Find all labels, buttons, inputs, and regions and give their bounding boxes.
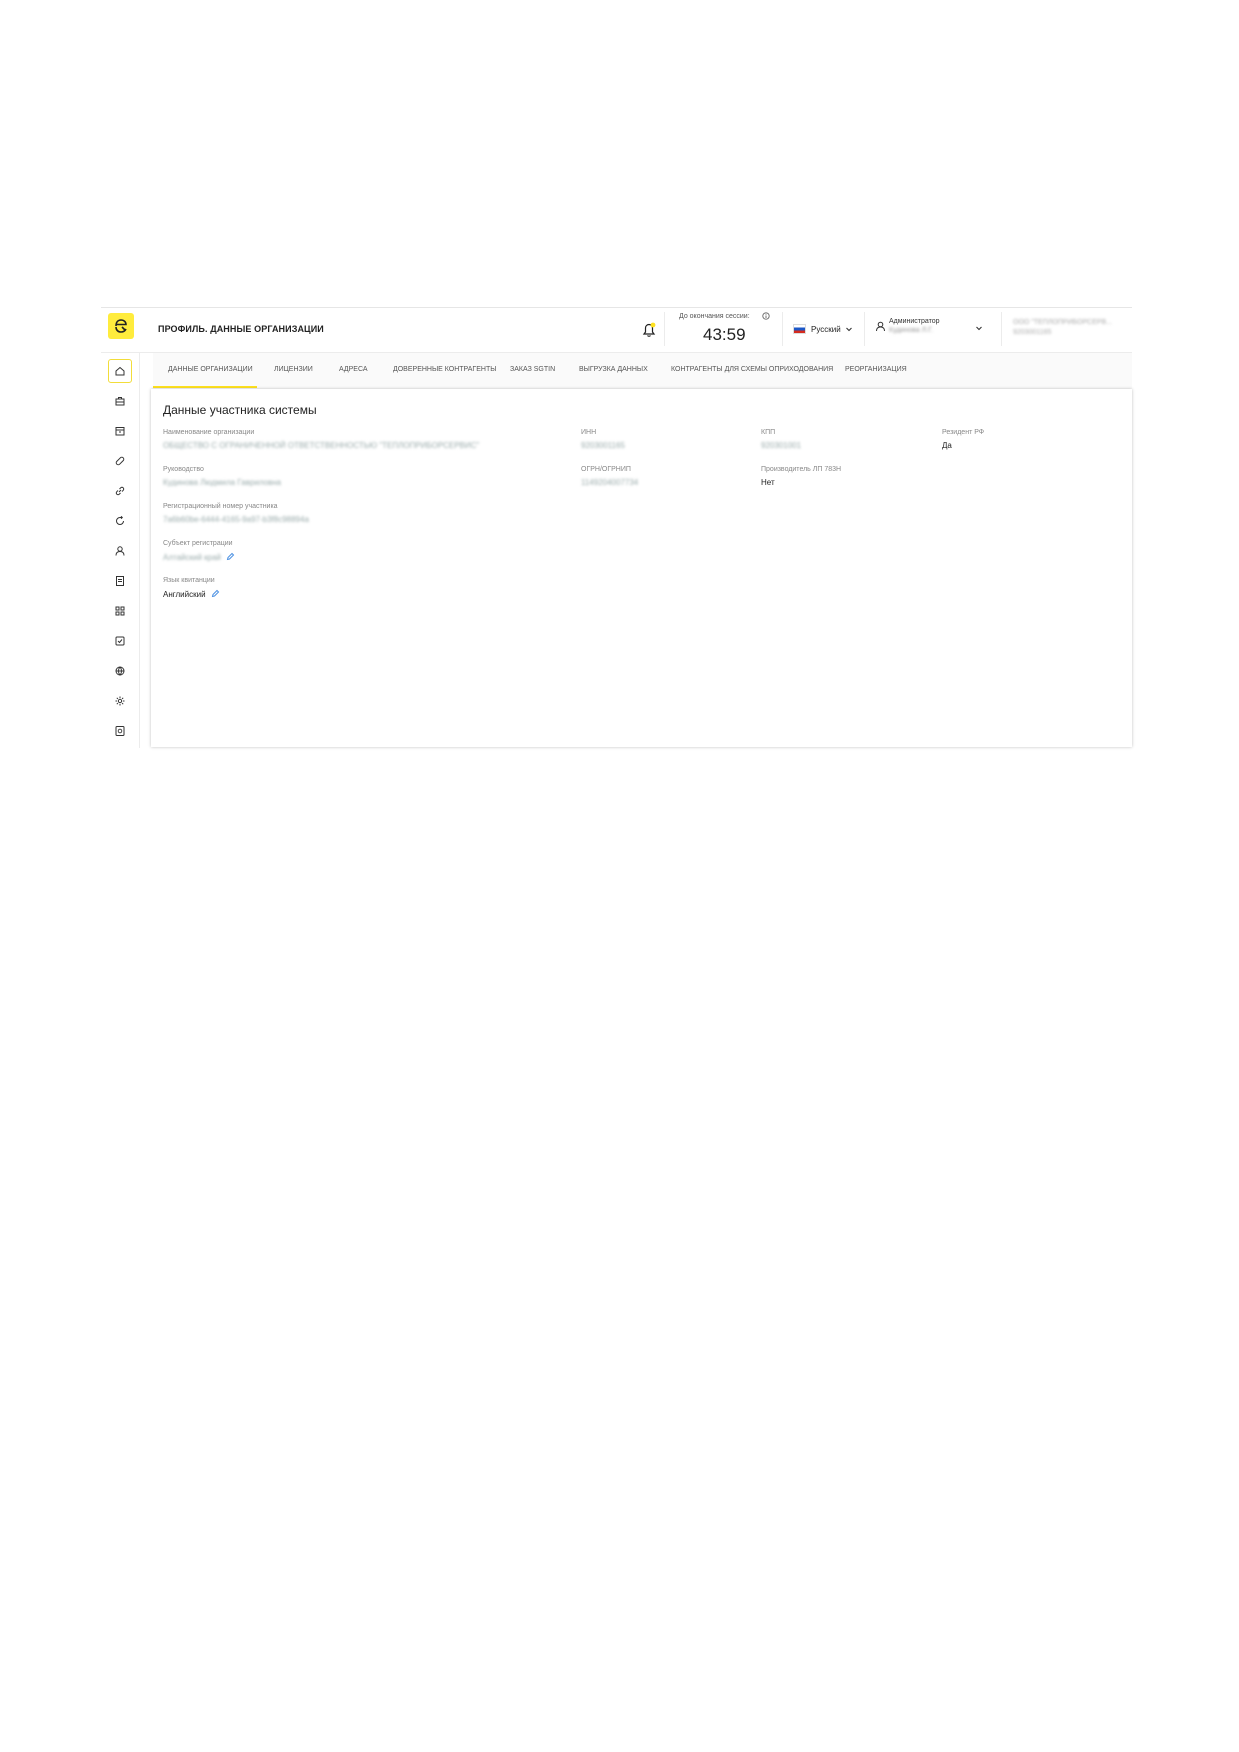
org-name-value: ОБЩЕСТВО С ОГРАНИЧЕННОЙ ОТВЕТСТВЕННОСТЬЮ… — [163, 441, 480, 450]
pills-icon — [115, 456, 125, 466]
kpp-value: 920301001 — [761, 441, 802, 450]
check-icon — [115, 636, 125, 646]
pencil-icon[interactable] — [211, 589, 220, 598]
briefcase-icon — [115, 397, 125, 406]
producer-value: Нет — [761, 478, 775, 487]
tab-addresses[interactable]: АДРЕСА — [339, 366, 368, 373]
user-menu[interactable]: Администратор Кудинова Л.Г. — [875, 316, 985, 342]
app-window: ПРОФИЛЬ. ДАННЫЕ ОРГАНИЗАЦИИ До окончания… — [101, 307, 1132, 748]
user-name: Кудинова Л.Г. — [889, 327, 933, 334]
page-title: ПРОФИЛЬ. ДАННЫЕ ОРГАНИЗАЦИИ — [158, 324, 324, 334]
sidebar-item-user[interactable] — [108, 539, 132, 563]
reg-number-label: Регистрационный номер участника — [163, 503, 278, 510]
section-title: Данные участника системы — [163, 403, 317, 417]
session-label: До окончания сессии: — [679, 313, 750, 320]
sidebar-item-globe[interactable] — [108, 659, 132, 683]
kpp-label: КПП — [761, 429, 776, 436]
language-label: Русский — [811, 324, 841, 334]
tab-receipt-counterparties[interactable]: КОНТРАГЕНТЫ ДЛЯ СХЕМЫ ОПРИХОДОВАНИЯ — [671, 366, 833, 373]
sidebar-item-recycle[interactable] — [108, 509, 132, 533]
home-icon — [115, 366, 125, 376]
qr-icon — [115, 606, 125, 616]
divider — [664, 312, 665, 346]
region-label: Субъект регистрации — [163, 540, 233, 547]
app-logo[interactable] — [108, 313, 134, 339]
region-row: Алтайский край — [163, 552, 235, 562]
sidebar-item-link[interactable] — [108, 479, 132, 503]
resident-value: Да — [942, 441, 952, 450]
tab-sgtin-order[interactable]: ЗАКАЗ SGTIN — [510, 366, 555, 373]
resident-label: Резидент РФ — [942, 429, 985, 436]
gear-icon — [115, 696, 125, 706]
divider — [782, 312, 783, 346]
sidebar-item-box[interactable] — [108, 419, 132, 443]
user-icon — [115, 546, 125, 556]
chevron-down-icon — [845, 327, 852, 332]
org-id: 9203001165 — [1013, 329, 1052, 336]
divider — [864, 312, 865, 346]
tab-reorganization[interactable]: РЕОРГАНИЗАЦИЯ — [845, 366, 907, 373]
receipt-lang-row: Английский — [163, 589, 220, 599]
bell-icon — [642, 322, 656, 337]
receipt-lang-label: Язык квитанции — [163, 577, 215, 584]
user-icon — [876, 321, 885, 332]
org-name-label: Наименование организации — [163, 429, 255, 436]
tab-bar: ДАННЫЕ ОРГАНИЗАЦИИ ЛИЦЕНЗИИ АДРЕСА ДОВЕР… — [153, 353, 1132, 389]
link-icon — [115, 486, 125, 496]
tab-trusted-counterparties[interactable]: ДОВЕРЕННЫЕ КОНТРАГЕНТЫ — [393, 366, 496, 373]
sidebar-item-home[interactable] — [108, 359, 132, 383]
reg-number-value: 7a6b60be-6444-4165-9a97-b3f8c98894a — [163, 515, 309, 524]
tab-data-export[interactable]: ВЫГРУЗКА ДАННЫХ — [579, 366, 648, 373]
info-icon[interactable] — [762, 312, 770, 320]
head-label: Руководство — [163, 466, 204, 473]
ogrn-label: ОГРН/ОГРНИП — [581, 466, 631, 473]
globe-icon — [115, 666, 125, 676]
tab-organization-data[interactable]: ДАННЫЕ ОРГАНИЗАЦИИ — [168, 366, 253, 373]
tab-licenses[interactable]: ЛИЦЕНЗИИ — [274, 366, 313, 373]
divider — [1001, 312, 1002, 346]
logo-icon — [115, 319, 127, 333]
producer-label: Производитель ЛП 783Н — [761, 466, 842, 473]
sidebar-item-qr[interactable] — [108, 599, 132, 623]
organization-switcher[interactable]: ООО "ТЕПЛОПРИБОРСЕРВ... 9203001165 — [1013, 318, 1112, 338]
sidebar-item-pills[interactable] — [108, 449, 132, 473]
organization-details-panel: Данные участника системы Наименование ор… — [151, 389, 1132, 747]
region-value: Алтайский край — [163, 553, 222, 562]
sidebar-item-settings[interactable] — [108, 689, 132, 713]
inn-value: 9203001165 — [581, 441, 625, 450]
active-tab-indicator — [153, 386, 257, 388]
header: ПРОФИЛЬ. ДАННЫЕ ОРГАНИЗАЦИИ До окончания… — [101, 308, 1132, 353]
sidebar — [101, 353, 140, 748]
head-value: Кудинова Людмила Гавриловна — [163, 478, 282, 487]
user-role: Администратор — [889, 318, 940, 325]
box-icon — [115, 427, 125, 436]
language-selector[interactable]: Русский — [793, 322, 853, 336]
receipt-lang-value: Английский — [163, 590, 206, 599]
pencil-icon[interactable] — [226, 552, 235, 561]
inn-label: ИНН — [581, 429, 597, 436]
org-name: ООО "ТЕПЛОПРИБОРСЕРВ... — [1013, 319, 1112, 326]
recycle-icon — [116, 515, 124, 525]
sidebar-item-security[interactable] — [108, 719, 132, 743]
russia-flag-icon — [793, 324, 806, 334]
sidebar-item-briefcase[interactable] — [108, 389, 132, 413]
notifications-bell[interactable] — [638, 319, 660, 341]
ogrn-value: 1149204007734 — [581, 478, 639, 487]
sidebar-item-check[interactable] — [108, 629, 132, 653]
chevron-down-icon — [976, 326, 982, 331]
shield-icon — [115, 726, 125, 736]
session-timer: 43:59 — [703, 325, 746, 344]
document-icon — [116, 576, 124, 586]
sidebar-item-document[interactable] — [108, 569, 132, 593]
